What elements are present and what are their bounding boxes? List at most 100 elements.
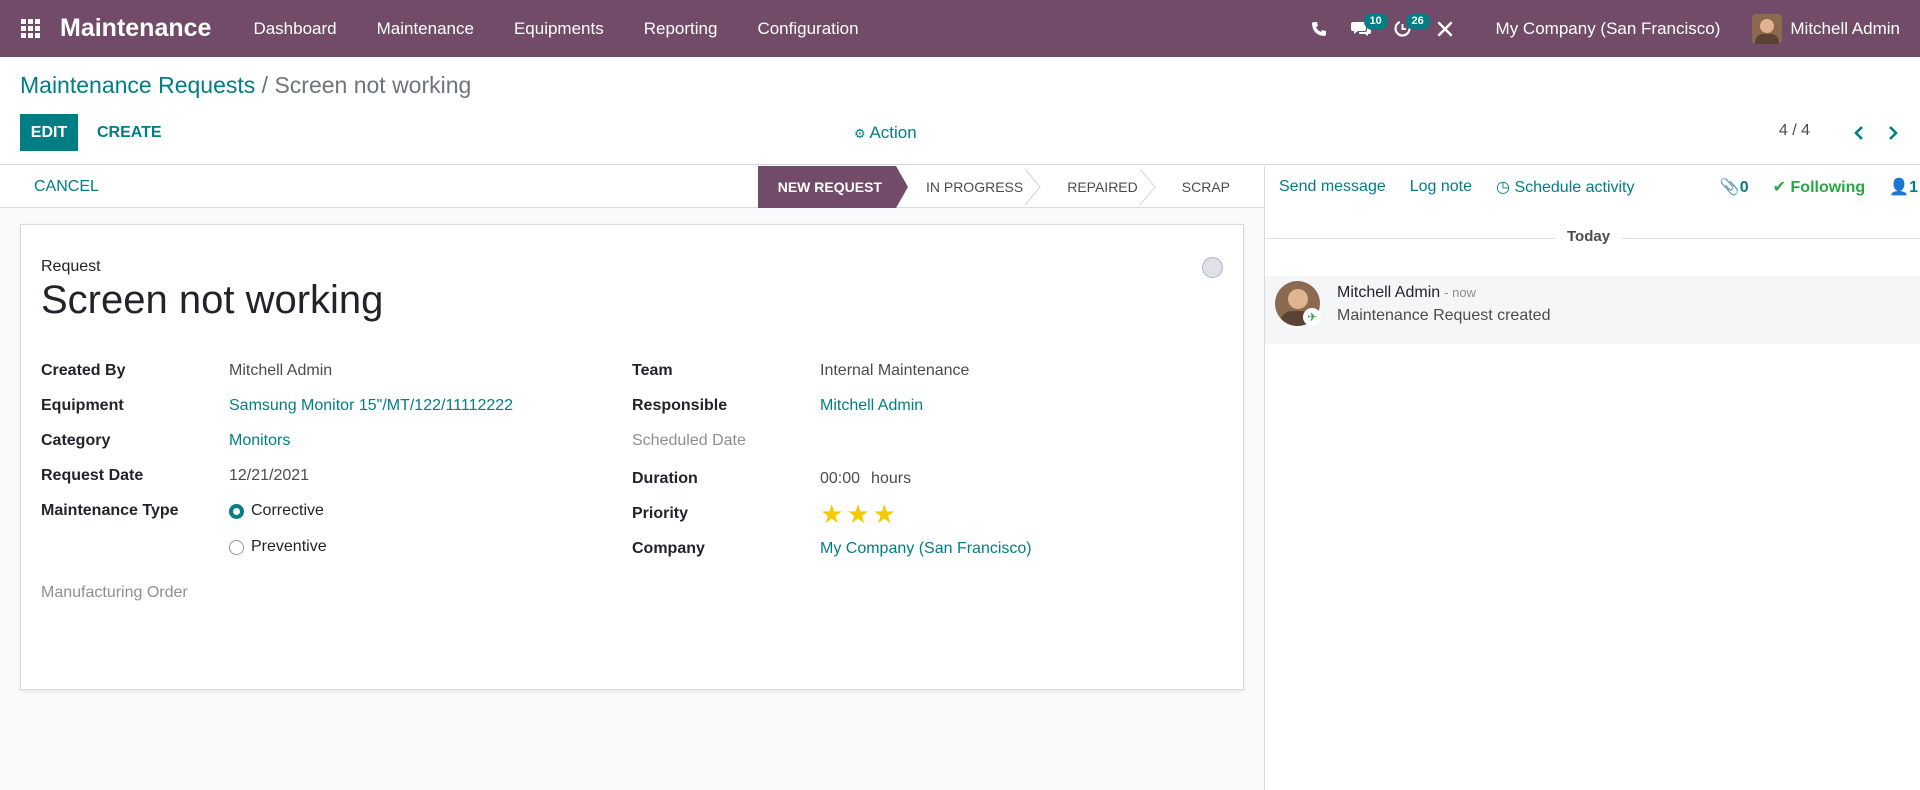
equipment-label: Equipment	[41, 397, 124, 414]
log-note-button[interactable]: Log note	[1410, 178, 1472, 196]
created-by-label: Created By	[41, 362, 126, 379]
following-label: Following	[1790, 179, 1866, 196]
menu-equipments[interactable]: Equipments	[494, 0, 624, 57]
cancel-button[interactable]: CANCEL	[22, 166, 111, 208]
send-message-button[interactable]: Send message	[1279, 178, 1386, 196]
pager-value[interactable]: 4 / 4	[1779, 122, 1810, 140]
debug-tools-icon[interactable]	[1424, 0, 1466, 57]
user-icon: 👤	[1889, 179, 1910, 196]
message-time: - now	[1444, 285, 1476, 300]
schedule-activity-label: Schedule activity	[1514, 179, 1635, 196]
action-label: Action	[869, 123, 917, 142]
pager-previous-button[interactable]	[1844, 118, 1874, 148]
following-button[interactable]: ✔ Following	[1773, 177, 1866, 197]
field-team: Team Internal Maintenance	[632, 362, 969, 380]
field-equipment: Equipment Samsung Monitor 15"/MT/122/111…	[41, 397, 513, 415]
control-panel: Maintenance Requests / Screen not workin…	[0, 57, 1920, 165]
category-link[interactable]: Monitors	[229, 432, 290, 450]
followers-count: 1	[1909, 179, 1918, 196]
stage-in-progress-label: IN PROGRESS	[925, 179, 1024, 195]
menu-configuration[interactable]: Configuration	[737, 0, 878, 57]
message-author-name[interactable]: Mitchell Admin	[1337, 284, 1440, 301]
responsible-link[interactable]: Mitchell Admin	[820, 397, 923, 415]
company-link[interactable]: My Company (San Francisco)	[820, 540, 1032, 558]
radio-checked-icon	[229, 503, 244, 519]
app-name[interactable]: Maintenance	[60, 14, 211, 43]
apps-menu-icon[interactable]	[0, 0, 60, 57]
field-manufacturing-order: Manufacturing Order	[41, 584, 341, 602]
field-scheduled-date: Scheduled Date	[632, 432, 820, 450]
field-request-date: Request Date 12/21/2021	[41, 467, 309, 485]
chatter-message: ✈ Mitchell Admin - now Maintenance Reques…	[1265, 276, 1920, 344]
priority-stars: ★ ★ ★	[820, 501, 899, 527]
menu-maintenance[interactable]: Maintenance	[357, 0, 494, 57]
field-maintenance-type: Maintenance Type Corrective	[41, 502, 324, 520]
paperclip-icon: 📎	[1719, 179, 1740, 196]
top-navbar: Maintenance Dashboard Maintenance Equipm…	[0, 0, 1920, 57]
pager-next-button[interactable]	[1878, 118, 1908, 148]
user-menu[interactable]: Mitchell Admin	[1752, 13, 1900, 44]
activities-icon[interactable]: 26	[1382, 0, 1430, 57]
field-duration: Duration 00:00 hours	[632, 470, 911, 488]
edit-button[interactable]: EDIT	[20, 114, 78, 151]
kanban-state-icon[interactable]	[1202, 257, 1223, 278]
stage-repaired[interactable]: REPAIRED	[1037, 166, 1156, 208]
breadcrumb-parent[interactable]: Maintenance Requests	[20, 72, 255, 98]
phone-icon[interactable]	[1298, 0, 1340, 57]
message-author: Mitchell Admin - now	[1337, 284, 1476, 302]
radio-preventive[interactable]: Preventive	[229, 538, 327, 556]
responsible-label: Responsible	[632, 397, 728, 414]
created-by-value: Mitchell Admin	[229, 362, 333, 379]
create-button[interactable]: CREATE	[87, 114, 172, 151]
check-icon: ✔	[1772, 179, 1787, 196]
plane-icon: ✈	[1303, 308, 1321, 326]
statusbar: CANCEL NEW REQUEST IN PROGRESS REPAIRED …	[0, 166, 1264, 208]
field-created-by: Created By Mitchell Admin	[41, 362, 332, 380]
request-date-label: Request Date	[41, 467, 144, 484]
menu-dashboard[interactable]: Dashboard	[233, 0, 356, 57]
radio-corrective[interactable]: Corrective	[229, 502, 324, 520]
breadcrumb: Maintenance Requests / Screen not workin…	[20, 72, 471, 99]
request-title[interactable]: Screen not working	[41, 278, 383, 323]
menu-reporting[interactable]: Reporting	[624, 0, 738, 57]
breadcrumb-separator: /	[255, 72, 275, 98]
date-separator-label: Today	[1555, 228, 1623, 245]
duration-value: 00:00	[820, 470, 861, 487]
star-icon[interactable]: ★	[846, 501, 869, 527]
stage-in-progress[interactable]: IN PROGRESS	[896, 166, 1041, 208]
equipment-link[interactable]: Samsung Monitor 15"/MT/122/11112222	[229, 397, 513, 415]
form-sheet: Request Screen not working Created By Mi…	[20, 224, 1244, 690]
radio-corrective-label: Corrective	[251, 502, 324, 519]
stage-scrap[interactable]: SCRAP	[1152, 166, 1244, 208]
request-label: Request	[41, 258, 101, 275]
field-responsible: Responsible Mitchell Admin	[632, 397, 923, 415]
stage-new-request[interactable]: NEW REQUEST	[757, 166, 909, 208]
schedule-activity-button[interactable]: ◷ Schedule activity	[1496, 177, 1634, 197]
duration-unit: hours	[871, 470, 912, 487]
user-name: Mitchell Admin	[1790, 18, 1900, 38]
field-priority: Priority ★ ★ ★	[632, 501, 899, 527]
scheduled-date-label: Scheduled Date	[632, 432, 746, 449]
maintenance-type-label: Maintenance Type	[41, 502, 179, 519]
priority-label: Priority	[632, 505, 689, 522]
stage-repaired-label: REPAIRED	[1067, 179, 1138, 195]
attachments-button[interactable]: 📎0	[1720, 177, 1749, 197]
clock-icon: ◷	[1496, 179, 1510, 196]
field-category: Category Monitors	[41, 432, 290, 450]
star-icon[interactable]: ★	[873, 501, 896, 527]
category-label: Category	[41, 432, 111, 449]
radio-preventive-label: Preventive	[251, 538, 327, 555]
form-area: CANCEL NEW REQUEST IN PROGRESS REPAIRED …	[0, 166, 1264, 790]
gear-icon: ⚙	[854, 126, 866, 141]
company-switcher[interactable]: My Company (San Francisco)	[1496, 19, 1721, 39]
chatter: Send message Log note ◷ Schedule activit…	[1264, 166, 1920, 790]
company-label: Company	[632, 540, 705, 557]
stage-pipeline: NEW REQUEST IN PROGRESS REPAIRED SCRAP	[757, 166, 1244, 208]
action-menu[interactable]: ⚙ Action	[854, 123, 917, 143]
date-separator: Today	[1265, 228, 1920, 245]
star-icon[interactable]: ★	[820, 501, 843, 527]
user-avatar	[1752, 13, 1783, 44]
field-maintenance-type-2: Preventive	[229, 538, 327, 556]
messages-icon[interactable]: 10	[1340, 0, 1388, 57]
followers-button[interactable]: 👤1	[1889, 177, 1918, 197]
